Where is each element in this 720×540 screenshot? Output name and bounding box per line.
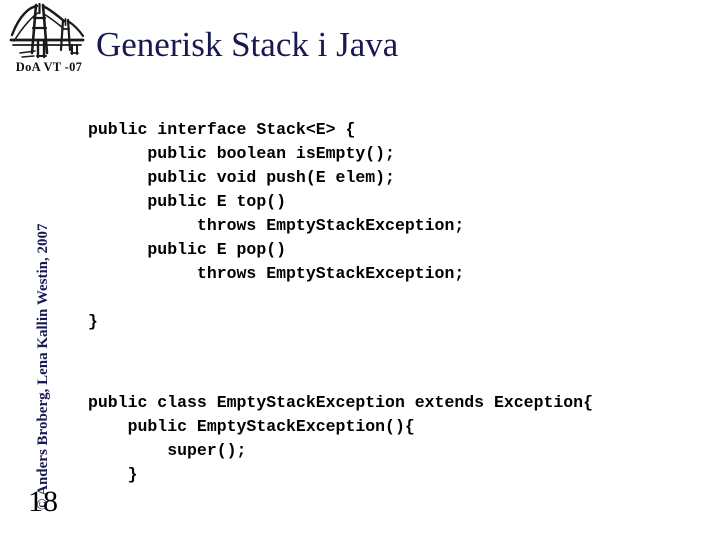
logo-caption: DoA VT -07: [15, 60, 83, 74]
code-block-gap: [88, 503, 714, 527]
logo-block: DoA VT -07: [6, 0, 90, 84]
slide-canvas: DoA VT -07 Generisk Stack i Java © Ander…: [0, 0, 720, 540]
code-area: public interface Stack<E> { public boole…: [88, 101, 714, 540]
code-block-stack-interface: public interface Stack<E> { public boole…: [88, 119, 465, 331]
copyright-notice: © Anders Broberg, Lena Kallin Westin, 20…: [35, 223, 51, 510]
page-title: Generisk Stack i Java: [96, 25, 399, 64]
slide-number: 18: [28, 485, 58, 518]
bridge-logo-icon: [9, 2, 85, 59]
code-block-gap: [88, 350, 714, 374]
code-block-exception-class-head: public class EmptyStackException extends…: [88, 392, 593, 484]
